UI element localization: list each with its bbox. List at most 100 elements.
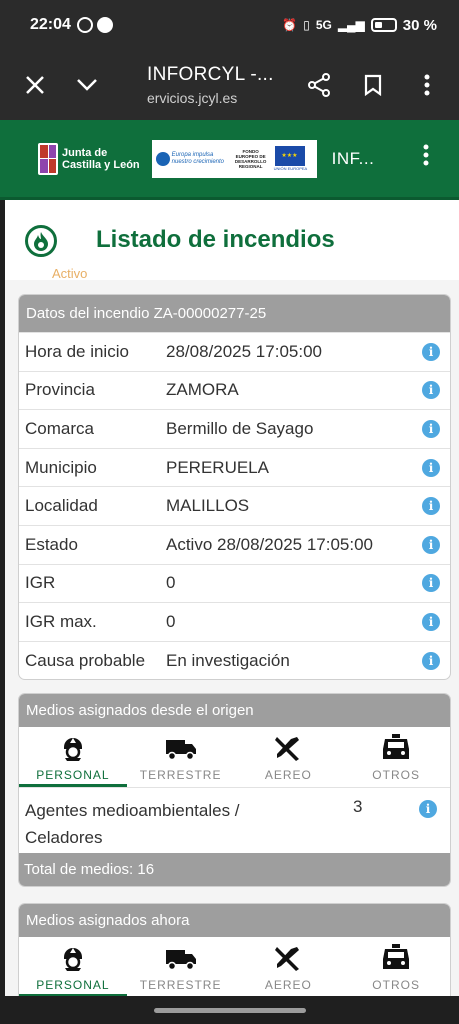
eu-slogan-line2: nuestro crecimiento	[171, 158, 224, 165]
info-icon[interactable]: i	[422, 381, 440, 400]
page-content: Listado de incendios Activo Datos del in…	[5, 200, 459, 996]
vehicle-icon	[380, 944, 412, 972]
origin-resources-card: Medios asignados desde el origen PERSONA…	[18, 693, 451, 887]
data-row: Provincia ZAMORA i	[19, 370, 450, 410]
row-value: MALILLOS	[166, 496, 250, 516]
tab-personal-label: PERSONAL	[36, 768, 110, 782]
status-right: ⏰ ▯ 5G ▂▄▆ 30 %	[282, 17, 437, 34]
tab-otros[interactable]: OTROS	[342, 937, 450, 996]
signal-icon: ▂▄▆	[337, 18, 365, 32]
resource-name-line1: Agentes medioambientales /	[25, 801, 240, 820]
info-icon[interactable]: i	[422, 651, 440, 670]
row-label: Comarca	[25, 418, 94, 438]
airplane-icon	[272, 734, 304, 762]
gesture-nav-bar	[0, 996, 459, 1024]
row-value: En investigación	[166, 650, 290, 670]
eu-funding-banner: Europa impulsa nuestro crecimiento FONDO…	[151, 139, 317, 178]
close-icon[interactable]	[9, 59, 61, 111]
current-resources-header: Medios asignados ahora	[19, 904, 450, 937]
header-app-name[interactable]: INF...	[332, 149, 375, 169]
info-icon[interactable]: i	[422, 458, 440, 477]
row-value: Activo 28/08/2025 17:05:00	[166, 534, 373, 554]
browser-url: ervicios.jcyl.es	[147, 90, 238, 106]
battery-percent: 30 %	[402, 16, 437, 34]
bookmark-icon[interactable]	[347, 59, 399, 111]
info-icon[interactable]: i	[419, 800, 437, 818]
tab-otros-label: OTROS	[372, 768, 420, 782]
site-header: Junta de Castilla y León Europa impulsa …	[0, 120, 459, 200]
tab-personal[interactable]: PERSONAL	[19, 937, 127, 996]
resource-name-line2: Celadores	[25, 828, 103, 847]
info-icon[interactable]: i	[422, 612, 440, 631]
tab-terrestre[interactable]: TERRESTRE	[127, 727, 235, 787]
notification-app-icon	[96, 17, 113, 33]
info-icon[interactable]: i	[422, 497, 440, 516]
row-label: Causa probable	[25, 650, 146, 670]
eu-union-label: UNIÓN EUROPEA	[273, 166, 308, 171]
data-row: Comarca Bermillo de Sayago i	[19, 409, 450, 448]
tab-otros-label: OTROS	[372, 978, 420, 992]
browser-page-title: INFORCYL -...	[147, 64, 274, 85]
share-icon[interactable]	[293, 59, 345, 111]
airplane-icon	[272, 944, 304, 972]
truck-icon	[165, 944, 197, 972]
info-icon[interactable]: i	[422, 342, 440, 361]
tab-aereo[interactable]: AEREO	[235, 937, 343, 996]
row-label: IGR max.	[25, 611, 97, 631]
chevron-down-icon[interactable]	[61, 59, 113, 111]
row-value: ZAMORA	[166, 380, 239, 400]
total-resources: Total de medios: 16	[19, 853, 450, 886]
truck-icon	[165, 734, 197, 762]
status-bar: 22:04 ⏰ ▯ 5G ▂▄▆ 30 %	[0, 0, 459, 50]
row-label: IGR	[25, 573, 56, 593]
tab-otros[interactable]: OTROS	[342, 727, 450, 787]
tab-personal[interactable]: PERSONAL	[19, 727, 127, 787]
eu-flag-icon	[275, 146, 306, 166]
whatsapp-icon	[76, 17, 93, 33]
browser-toolbar: INFORCYL -... ervicios.jcyl.es	[0, 50, 459, 120]
jcyl-logo[interactable]: Junta de Castilla y León	[38, 142, 140, 175]
fire-icon	[25, 225, 57, 257]
resource-row: Agentes medioambientales / Celadores 3 i	[19, 787, 450, 853]
tab-personal-label: PERSONAL	[36, 978, 110, 992]
battery-icon	[370, 18, 397, 32]
data-row: Hora de inicio 28/08/2025 17:05:00 i	[19, 332, 450, 371]
data-row: IGR max. 0 i	[19, 602, 450, 641]
status-notification-icons	[76, 17, 113, 33]
data-row: Causa probable En investigación i	[19, 640, 450, 680]
current-resources-card: Medios asignados ahora PERSONAL TERRESTR…	[18, 903, 451, 996]
row-label: Hora de inicio	[25, 341, 129, 361]
page-head: Listado de incendios Activo	[5, 200, 459, 281]
incident-data-header: Datos del incendio ZA-00000277-25	[19, 295, 450, 332]
resource-count: 3	[353, 797, 363, 816]
eu-fondo-text: FONDO EUROPEO DE DESARROLLO REGIONAL	[234, 148, 267, 169]
site-menu-icon[interactable]	[423, 144, 429, 173]
home-gesture-handle[interactable]	[153, 1007, 306, 1013]
row-value: 0	[166, 611, 176, 631]
more-vertical-icon[interactable]	[401, 59, 453, 111]
tab-aereo-label: AEREO	[264, 768, 312, 782]
logo-line2: Castilla y León	[62, 158, 140, 171]
info-icon[interactable]: i	[422, 574, 440, 593]
row-label: Estado	[25, 534, 78, 554]
vehicle-icon	[380, 734, 412, 762]
firefighter-icon	[57, 734, 89, 762]
row-label: Municipio	[25, 457, 97, 477]
info-icon[interactable]: i	[422, 419, 440, 438]
current-resources-tabs: PERSONAL TERRESTRE AEREO OTROS	[19, 937, 450, 996]
behind-status-text: Activo	[52, 266, 88, 281]
origin-resources-tabs: PERSONAL TERRESTRE AEREO OTROS	[19, 727, 450, 787]
eu-slogan-line1: Europa impulsa	[171, 151, 214, 158]
tab-terrestre[interactable]: TERRESTRE	[127, 937, 235, 996]
jcyl-shield-icon	[38, 142, 58, 175]
row-value: 0	[166, 573, 176, 593]
browser-title-area[interactable]: INFORCYL -... ervicios.jcyl.es	[147, 64, 293, 106]
origin-resources-header: Medios asignados desde el origen	[19, 694, 450, 727]
data-row: IGR 0 i	[19, 563, 450, 603]
alarm-icon: ⏰	[282, 18, 298, 32]
tab-aereo[interactable]: AEREO	[235, 727, 343, 787]
info-icon[interactable]: i	[422, 535, 440, 554]
status-time: 22:04	[30, 16, 71, 33]
tab-aereo-label: AEREO	[264, 978, 312, 992]
data-row: Municipio PERERUELA i	[19, 447, 450, 487]
